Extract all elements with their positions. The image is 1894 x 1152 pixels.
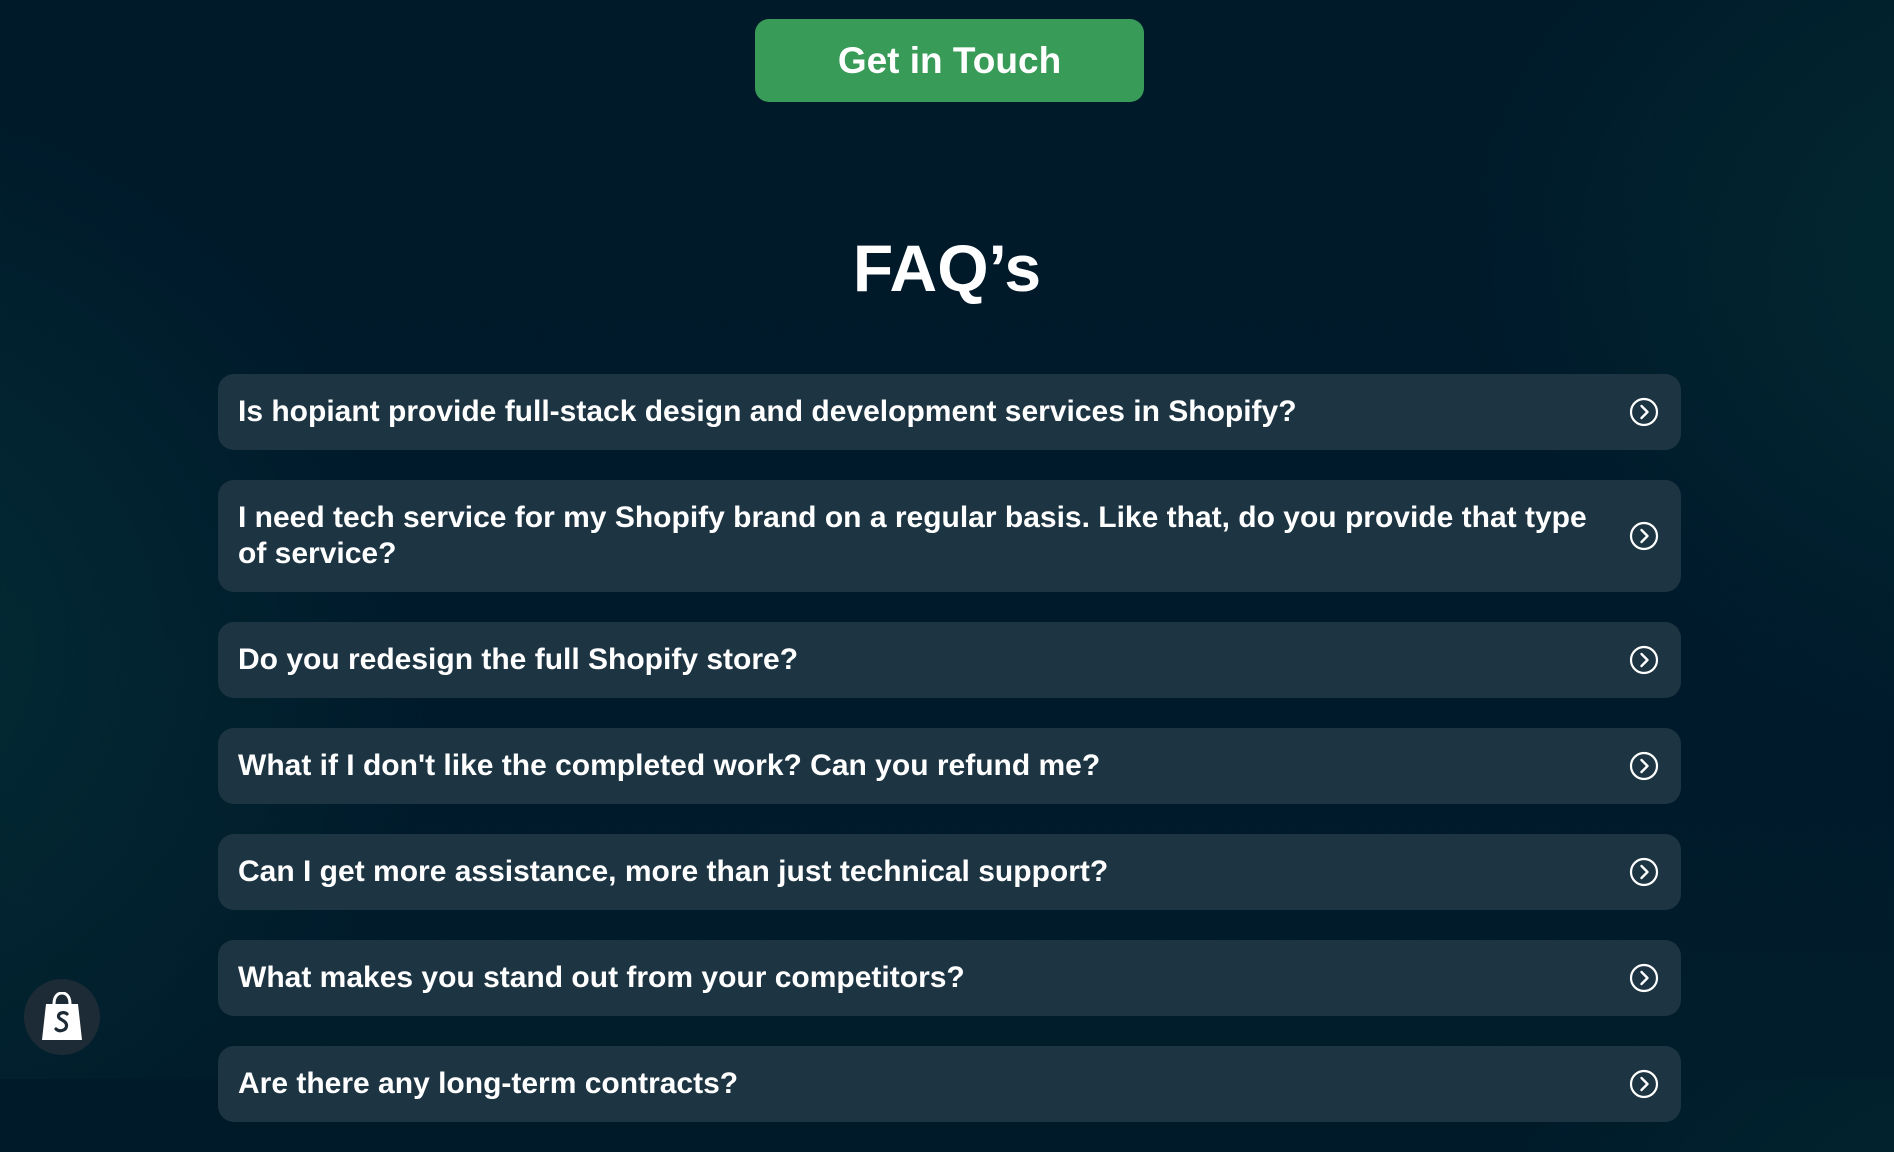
chevron-right-circle-icon	[1629, 397, 1659, 427]
faq-question: Can I get more assistance, more than jus…	[238, 855, 1109, 888]
chevron-right-circle-icon	[1629, 1069, 1659, 1099]
faq-question: What if I don't like the completed work?…	[238, 749, 1101, 782]
faq-heading: FAQ’s	[852, 231, 1042, 305]
faq-item[interactable]: Is hopiant provide full-stack design and…	[218, 374, 1681, 450]
chevron-right-circle-icon	[1629, 521, 1659, 551]
faq-item[interactable]: Are there any long-term contracts?	[218, 1046, 1681, 1122]
faq-item[interactable]: I need tech service for my Shopify brand…	[218, 480, 1681, 592]
faq-item[interactable]: Can I get more assistance, more than jus…	[218, 834, 1681, 910]
chevron-right-circle-icon	[1629, 645, 1659, 675]
faq-item[interactable]: What if I don't like the completed work?…	[218, 728, 1681, 804]
faq-question: Are there any long-term contracts?	[238, 1067, 739, 1100]
chevron-right-circle-icon	[1629, 751, 1659, 781]
shopify-bag-icon	[42, 992, 82, 1040]
chevron-right-circle-icon	[1629, 857, 1659, 887]
get-in-touch-button[interactable]: Get in Touch	[755, 19, 1144, 102]
faq-question: Is hopiant provide full-stack design and…	[238, 395, 1297, 428]
faq-question: I need tech service for my Shopify brand…	[238, 501, 1587, 570]
faq-item[interactable]: What makes you stand out from your compe…	[218, 940, 1681, 1016]
faq-item[interactable]: Do you redesign the full Shopify store?	[218, 622, 1681, 698]
faq-question: What makes you stand out from your compe…	[238, 961, 965, 994]
chevron-right-circle-icon	[1629, 963, 1659, 993]
shopify-chat-button[interactable]	[24, 979, 100, 1055]
faq-question: Do you redesign the full Shopify store?	[238, 643, 799, 676]
faq-list: Is hopiant provide full-stack design and…	[218, 374, 1681, 1152]
